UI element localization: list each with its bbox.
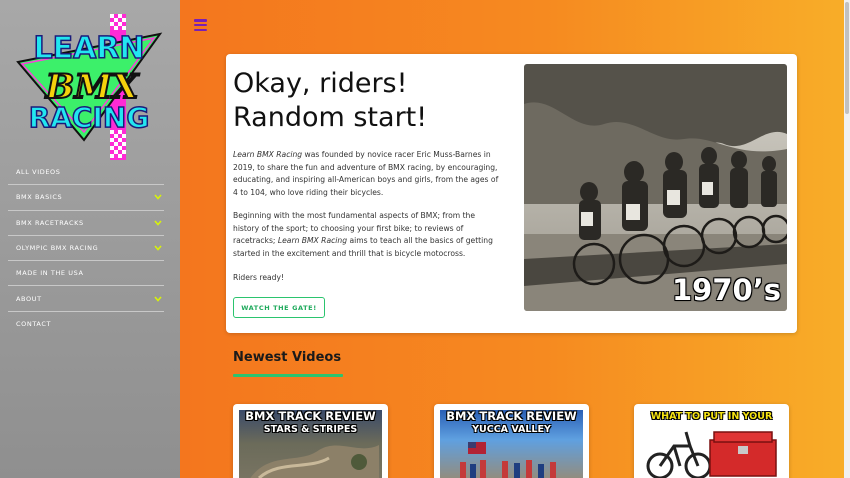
chevron-down-icon[interactable] bbox=[154, 194, 162, 201]
nav-label: BMX RACETRACKS bbox=[16, 218, 84, 227]
nav-label: MADE IN THE USA bbox=[16, 269, 84, 278]
hero-photo-1970s: 1970’s bbox=[524, 64, 787, 311]
riders-ready-text: Riders ready! bbox=[233, 273, 285, 282]
video-subtitle: STARS & STRIPES bbox=[263, 424, 358, 435]
nav-item-all-videos[interactable]: ALL VIDEOS bbox=[8, 160, 164, 186]
hero-card: Okay, riders! Random start! Learn BMX Ra… bbox=[226, 54, 797, 333]
nav-item-contact[interactable]: CONTACT bbox=[8, 312, 164, 337]
video-thumbnail[interactable]: BMX TRACK REVIEW YUCCA VALLEY bbox=[440, 410, 583, 478]
chevron-down-icon[interactable] bbox=[154, 296, 162, 302]
video-card[interactable]: BMX TRACK REVIEW STARS & STRIPES bbox=[233, 404, 388, 478]
section-heading: Newest Videos bbox=[233, 350, 342, 365]
main-content: Okay, riders! Random start! Learn BMX Ra… bbox=[180, 0, 844, 478]
nav-label: ALL VIDEOS bbox=[16, 168, 61, 177]
photo-caption: 1970’s bbox=[672, 273, 781, 307]
video-title: WHAT TO PUT IN YOUR bbox=[650, 411, 773, 422]
brand-name: Learn BMX Racing bbox=[277, 236, 348, 245]
page-scrollbar[interactable] bbox=[844, 0, 850, 478]
nav-label: ABOUT bbox=[16, 294, 42, 303]
nav-item-about[interactable]: ABOUT bbox=[8, 286, 164, 312]
mission-paragraph: Beginning with the most fundamental aspe… bbox=[233, 210, 499, 260]
page-title: Okay, riders! Random start! bbox=[233, 67, 513, 135]
video-subtitle: YUCCA VALLEY bbox=[472, 424, 551, 435]
svg-text:LEARN: LEARN bbox=[33, 31, 144, 66]
nav-item-olympic-bmx-racing[interactable]: OLYMPIC BMX RACING bbox=[8, 236, 164, 262]
nav-label: BMX BASICS bbox=[16, 193, 63, 202]
chevron-down-icon[interactable] bbox=[154, 220, 162, 226]
chevron-down-icon[interactable] bbox=[154, 245, 162, 251]
nav-item-made-in-the-usa[interactable]: MADE IN THE USA bbox=[8, 261, 164, 287]
brand-name: Learn BMX Racing bbox=[233, 150, 303, 159]
intro-paragraph: Learn BMX Racing was founded by novice r… bbox=[233, 149, 499, 199]
menu-hamburger-icon[interactable] bbox=[194, 19, 207, 31]
title-line: Random start! bbox=[233, 102, 428, 133]
sidebar: LEARN BMX RACING ALL VIDEOS BMX BASICS B… bbox=[0, 0, 180, 478]
video-title: BMX TRACK REVIEW bbox=[446, 410, 577, 423]
video-title: BMX TRACK REVIEW bbox=[245, 410, 376, 423]
scrollbar-thumb[interactable] bbox=[845, 2, 849, 114]
main-nav: ALL VIDEOS BMX BASICS BMX RACETRACKS OLY… bbox=[8, 160, 164, 337]
nav-item-bmx-racetracks[interactable]: BMX RACETRACKS bbox=[8, 211, 164, 236]
section-divider bbox=[233, 374, 343, 377]
video-thumbnail[interactable]: BMX TRACK REVIEW STARS & STRIPES bbox=[239, 410, 382, 478]
video-thumbnail[interactable]: WHAT TO PUT IN YOUR bbox=[640, 410, 783, 478]
site-logo[interactable]: LEARN BMX RACING bbox=[14, 12, 164, 162]
svg-text:RACING: RACING bbox=[29, 101, 150, 134]
nav-label: CONTACT bbox=[16, 320, 52, 329]
title-line: Okay, riders! bbox=[233, 68, 408, 99]
video-card[interactable]: WHAT TO PUT IN YOUR bbox=[634, 404, 789, 478]
nav-item-bmx-basics[interactable]: BMX BASICS bbox=[8, 185, 164, 211]
watch-the-gate-button[interactable]: WATCH THE GATE! bbox=[233, 297, 325, 318]
video-card[interactable]: BMX TRACK REVIEW YUCCA VALLEY bbox=[434, 404, 589, 478]
nav-label: OLYMPIC BMX RACING bbox=[16, 244, 99, 253]
